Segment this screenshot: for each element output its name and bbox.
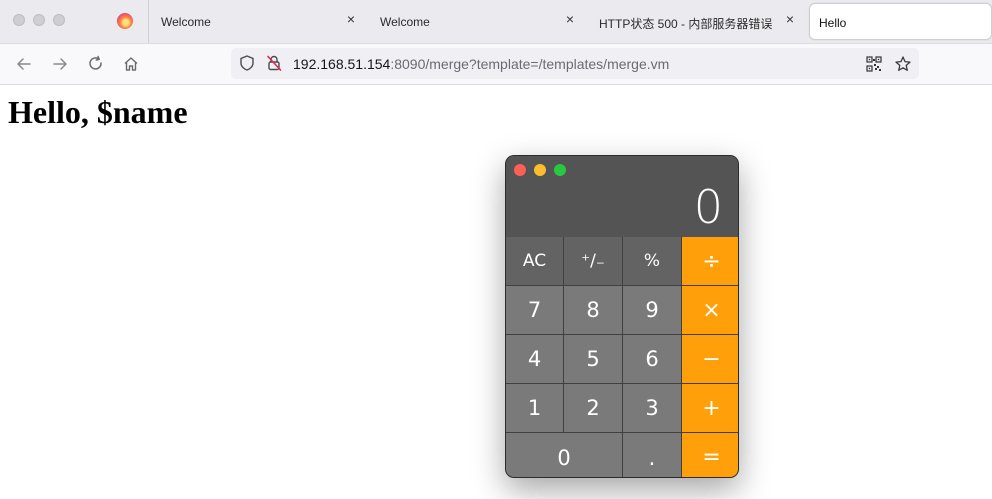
close-icon[interactable]: × (344, 12, 358, 26)
digit-0-button[interactable]: 0 (506, 433, 622, 477)
qr-code-icon[interactable] (866, 56, 882, 72)
calculator-keypad: AC ⁺∕₋ % ÷ 7 8 9 × 4 5 6 − 1 2 3 + 0 . = (506, 237, 738, 477)
digit-7-button[interactable]: 7 (506, 286, 563, 334)
firefox-view-icon[interactable] (117, 13, 133, 29)
tab-welcome-2[interactable]: Welcome × (368, 0, 588, 43)
calculator-close-button[interactable] (514, 164, 526, 176)
multiply-button[interactable]: × (682, 286, 738, 334)
shield-icon[interactable] (238, 54, 256, 72)
percent-button[interactable]: % (623, 237, 681, 285)
tab-http-500[interactable]: HTTP状态 500 - 内部服务器错误 × (587, 0, 807, 43)
bookmark-star-icon[interactable] (894, 55, 912, 73)
back-arrow-icon[interactable] (14, 54, 34, 74)
tab-hello[interactable]: Hello (809, 3, 992, 40)
calculator-minimize-button[interactable] (534, 164, 546, 176)
calculator-zoom-button[interactable] (554, 164, 566, 176)
close-icon[interactable]: × (783, 12, 797, 26)
url-host: 192.168.51.154 (293, 56, 391, 72)
digit-5-button[interactable]: 5 (564, 335, 622, 383)
tab-welcome-1[interactable]: Welcome × (149, 0, 369, 43)
digit-3-button[interactable]: 3 (623, 384, 681, 432)
browser-tab-strip: Welcome × Welcome × HTTP状态 500 - 内部服务器错误… (0, 0, 992, 44)
insecure-lock-icon[interactable] (265, 54, 283, 72)
digit-4-button[interactable]: 4 (506, 335, 563, 383)
reload-icon[interactable] (86, 54, 106, 74)
all-clear-button[interactable]: AC (506, 237, 563, 285)
tab-title: Welcome (161, 15, 211, 29)
plus-button[interactable]: + (682, 384, 738, 432)
tab-title: Welcome (380, 15, 430, 29)
equals-button[interactable]: = (682, 433, 738, 477)
calculator-titlebar[interactable]: 0 (506, 156, 738, 237)
forward-arrow-icon[interactable] (50, 54, 70, 74)
url-path: :8090/merge?template=/templates/merge.vm (390, 56, 670, 72)
digit-8-button[interactable]: 8 (564, 286, 622, 334)
digit-9-button[interactable]: 9 (623, 286, 681, 334)
window-close-button[interactable] (13, 14, 25, 26)
calculator-display: 0 (693, 180, 723, 234)
tab-title: HTTP状态 500 - 内部服务器错误 (599, 17, 773, 31)
address-bar[interactable]: 192.168.51.154:8090/merge?template=/temp… (231, 48, 919, 79)
minus-button[interactable]: − (682, 335, 738, 383)
close-icon[interactable]: × (563, 12, 577, 26)
digit-1-button[interactable]: 1 (506, 384, 563, 432)
decimal-button[interactable]: . (623, 433, 681, 477)
tab-title: Hello (819, 16, 847, 30)
url-text[interactable]: 192.168.51.154:8090/merge?template=/temp… (293, 56, 669, 72)
toggle-sign-button[interactable]: ⁺∕₋ (564, 237, 622, 285)
window-minimize-button[interactable] (33, 14, 45, 26)
home-icon[interactable] (121, 54, 141, 74)
digit-6-button[interactable]: 6 (623, 335, 681, 383)
digit-2-button[interactable]: 2 (564, 384, 622, 432)
calculator-window[interactable]: 0 AC ⁺∕₋ % ÷ 7 8 9 × 4 5 6 − 1 2 3 + 0 .… (505, 155, 739, 478)
divide-button[interactable]: ÷ (682, 237, 738, 285)
window-zoom-button[interactable] (53, 14, 65, 26)
page-heading: Hello, $name (8, 94, 188, 130)
navigation-toolbar: 192.168.51.154:8090/merge?template=/temp… (0, 44, 992, 85)
